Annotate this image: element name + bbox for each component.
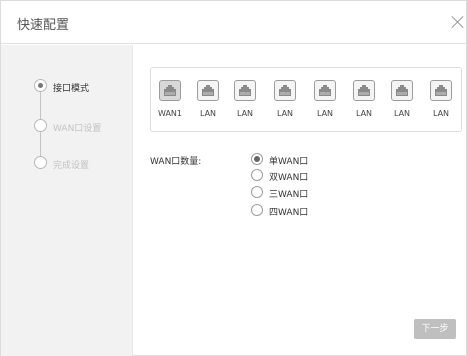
ethernet-port-icon	[435, 85, 447, 96]
port-lan-6	[391, 80, 413, 101]
radio-dual-wan[interactable]	[251, 169, 263, 181]
port-lan-2	[234, 80, 256, 101]
port-label: WAN1	[157, 109, 183, 118]
step-label-finish: 完成设置	[53, 161, 90, 171]
dialog-titlebar: 快速配置	[1, 1, 466, 44]
port-label: LAN	[316, 109, 334, 118]
radio-label-single-wan: 单WAN口	[269, 157, 309, 167]
next-step-button[interactable]: 下一步	[414, 319, 456, 339]
quick-config-dialog: 快速配置 接口模式 WAN口设置 完成设置 WAN1 LAN LAN LAN L…	[0, 0, 467, 356]
close-icon[interactable]	[449, 13, 467, 31]
radio-triple-wan[interactable]	[251, 186, 263, 198]
port-lan-3	[274, 80, 296, 101]
ethernet-port-icon	[239, 85, 251, 96]
ethernet-port-icon	[164, 85, 176, 96]
port-label: LAN	[199, 109, 217, 118]
radio-single-wan[interactable]	[251, 153, 263, 165]
ethernet-port-icon	[396, 85, 408, 96]
step-sidebar: 接口模式 WAN口设置 完成设置	[1, 45, 133, 356]
port-label: LAN	[236, 109, 254, 118]
port-wan1	[159, 80, 181, 101]
port-lan-1	[197, 80, 219, 101]
radio-label-dual-wan: 双WAN口	[269, 173, 309, 183]
step-label-wan-settings: WAN口设置	[53, 124, 102, 134]
radio-label-quad-wan: 四WAN口	[269, 208, 309, 218]
ethernet-port-icon	[202, 85, 214, 96]
port-label: LAN	[432, 109, 450, 118]
radio-quad-wan[interactable]	[251, 204, 263, 216]
radio-label-triple-wan: 三WAN口	[269, 190, 309, 200]
ethernet-port-icon	[358, 85, 370, 96]
step-indicator-finish	[34, 156, 47, 169]
step-indicator-wan-settings	[34, 119, 47, 132]
step-label-interface-mode: 接口模式	[53, 84, 90, 94]
step-connector	[40, 131, 41, 159]
dialog-title: 快速配置	[17, 18, 70, 33]
step-indicator-interface-mode	[34, 79, 47, 92]
port-lan-4	[314, 80, 336, 101]
port-label: LAN	[393, 109, 411, 118]
port-label: LAN	[355, 109, 373, 118]
ethernet-port-icon	[319, 85, 331, 96]
port-label: LAN	[276, 109, 294, 118]
wan-count-label: WAN口数量:	[150, 157, 202, 167]
port-lan-7	[430, 80, 452, 101]
ethernet-port-icon	[279, 85, 291, 96]
port-lan-5	[353, 80, 375, 101]
